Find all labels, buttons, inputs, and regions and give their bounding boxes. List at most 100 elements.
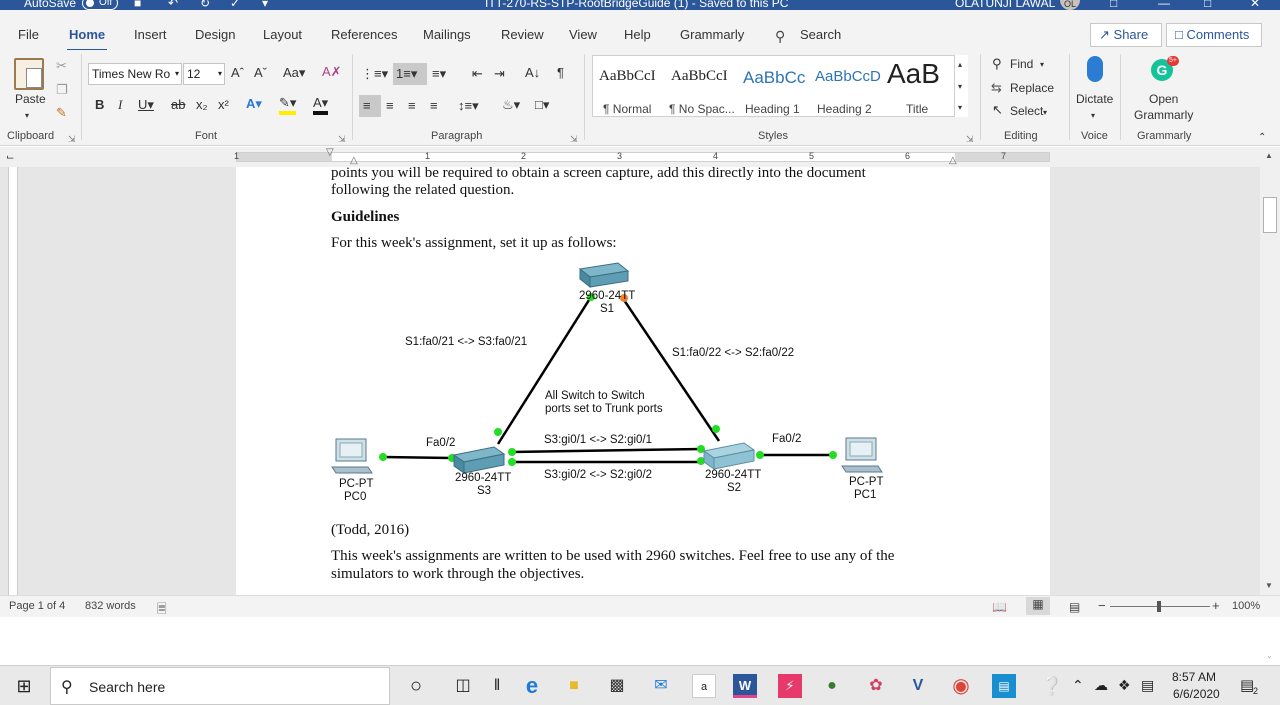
chrome-icon[interactable]: ◉ [949,674,973,698]
font-size-box[interactable]: 12 ▾ [183,63,225,85]
sort-icon[interactable]: A↓ [525,65,540,81]
search-icon[interactable]: ⚲ [775,28,785,45]
bold-icon[interactable]: B [95,97,104,113]
highlight-icon[interactable]: ✎▾ [279,95,297,115]
tab-references[interactable]: References [331,27,397,42]
bullets-icon[interactable]: ⋮≡▾ [361,66,388,82]
zoom-in-icon[interactable]: + [1212,598,1220,613]
chevron-down-icon[interactable]: ▾ [958,79,962,95]
cortana-icon[interactable]: ○ [404,674,428,698]
visio-icon[interactable]: V [906,674,930,698]
user-name[interactable]: OLATUNJI LAWAL [955,0,1055,10]
app-icon[interactable]: ⚡ [778,674,802,698]
vertical-scrollbar[interactable]: ▲ ▼ [1260,147,1280,595]
autosave-toggle[interactable]: Off [82,0,118,10]
cut-icon[interactable]: ✂ [56,58,67,74]
open-grammarly-line2[interactable]: Grammarly [1134,108,1193,122]
ribbon-display-options-icon[interactable]: □ [1110,0,1117,10]
multilevel-list-icon[interactable]: ≡▾ [432,66,446,82]
amazon-icon[interactable]: a [692,674,716,698]
select-button[interactable]: Select [1010,104,1043,118]
tab-insert[interactable]: Insert [134,27,167,42]
word-app-icon[interactable]: W [733,674,757,698]
shrink-font-icon[interactable]: Aˇ [254,65,267,81]
dictate-button[interactable]: Dictate [1076,92,1113,106]
style-heading2-name[interactable]: Heading 2 [817,102,872,116]
style-title-name[interactable]: Title [906,102,928,116]
customize-qat-icon[interactable]: ▾ [262,0,268,10]
packet-tracer-icon[interactable]: ✿ [864,674,888,698]
style-heading1-preview[interactable]: AaBbCc [743,68,805,88]
decrease-indent-icon[interactable]: ⇤ [472,66,483,82]
show-paragraph-marks-icon[interactable]: ¶ [557,65,564,81]
read-mode-icon[interactable]: 📖 [992,600,1007,614]
paragraph-launcher-icon[interactable]: ⇲ [570,131,578,147]
scroll-up-icon[interactable]: ▲ [1265,151,1273,160]
save-icon[interactable]: ■ [134,0,141,10]
scroll-down-icon[interactable]: ▼ [1265,581,1273,590]
word-count[interactable]: 832 words [85,600,136,612]
redo-icon[interactable]: ↻ [200,0,210,10]
style-normal-preview[interactable]: AaBbCcI [599,68,656,85]
italic-icon[interactable]: I [118,97,122,113]
print-layout-icon[interactable]: ▦ [1026,597,1050,615]
mail-icon[interactable]: ✉ [649,674,673,698]
subscript-icon[interactable]: x₂ [196,97,208,113]
text-effects-icon[interactable]: A▾ [246,96,262,112]
clear-formatting-icon[interactable]: A✗ [322,64,342,80]
style-heading2-preview[interactable]: AaBbCcD [815,68,881,85]
windows-start-icon[interactable]: ⊞ [12,674,36,698]
borders-icon[interactable]: □▾ [535,97,549,113]
tab-home[interactable]: Home [66,27,108,52]
paste-dropdown-icon[interactable]: ▾ [25,108,29,124]
underline-icon[interactable]: U▾ [138,97,154,113]
tab-help[interactable]: Help [624,27,651,42]
help-icon[interactable]: ❔ [1040,674,1064,698]
align-center-icon[interactable]: ≡ [386,98,394,114]
collapse-ribbon-icon[interactable]: ⌃ [1258,130,1266,146]
find-button[interactable]: Find [1010,57,1033,71]
tab-layout[interactable]: Layout [263,27,302,42]
taskbar-date[interactable]: 6/6/2020 [1173,687,1220,701]
select-dropdown-icon[interactable]: ▾ [1043,105,1047,121]
tab-grammarly[interactable]: Grammarly [680,27,744,42]
clipboard-launcher-icon[interactable]: ⇲ [68,131,76,147]
document-page[interactable]: points you will be required to obtain a … [236,167,1050,595]
close-icon[interactable]: ✕ [1250,0,1260,10]
change-case-icon[interactable]: Aa▾ [283,65,305,81]
dictate-dropdown-icon[interactable]: ▾ [1091,108,1095,124]
search-box[interactable]: Search [800,27,841,42]
align-left-icon[interactable]: ≡ [363,98,371,114]
chevron-up-icon[interactable]: ⌃ [1072,677,1084,694]
zoom-slider-thumb[interactable] [1157,601,1161,612]
style-title-preview[interactable]: AaB [887,58,940,90]
taskbar-time[interactable]: 8:57 AM [1172,670,1216,684]
superscript-icon[interactable]: x² [218,97,229,113]
spelling-icon[interactable]: ✓ [230,0,240,10]
minimize-icon[interactable]: — [1158,0,1170,10]
font-color-icon[interactable]: A▾ [313,95,329,115]
styles-launcher-icon[interactable]: ⇲ [966,131,974,147]
style-nospacing-preview[interactable]: AaBbCcI [671,68,728,85]
tab-file[interactable]: File [18,27,39,42]
dropbox-icon[interactable]: ❖ [1118,677,1131,694]
maximize-icon[interactable]: □ [1204,0,1211,10]
strikethrough-icon[interactable]: ab [171,97,185,113]
grow-font-icon[interactable]: Aˆ [231,65,244,81]
tab-view[interactable]: View [569,27,597,42]
undo-icon[interactable]: ↶ [168,0,178,10]
store-icon[interactable]: ▩ [605,674,629,698]
numbering-icon[interactable]: 1≡▾ [396,66,417,82]
increase-indent-icon[interactable]: ⇥ [494,66,505,82]
shading-icon[interactable]: ♨▾ [502,97,520,113]
zoom-out-icon[interactable]: − [1098,598,1106,613]
copy-icon[interactable]: ❐ [56,82,68,98]
chevron-up-icon[interactable]: ▴ [958,57,962,73]
font-name-box[interactable]: Times New Ro ▾ [88,63,182,85]
web-layout-icon[interactable]: ▤ [1069,600,1080,614]
user-avatar[interactable]: OL [1060,0,1080,10]
vertical-ruler[interactable] [8,167,18,595]
style-heading1-name[interactable]: Heading 1 [745,102,800,116]
zoom-level[interactable]: 100% [1232,600,1260,612]
file-explorer-icon[interactable]: ■ [562,674,586,698]
